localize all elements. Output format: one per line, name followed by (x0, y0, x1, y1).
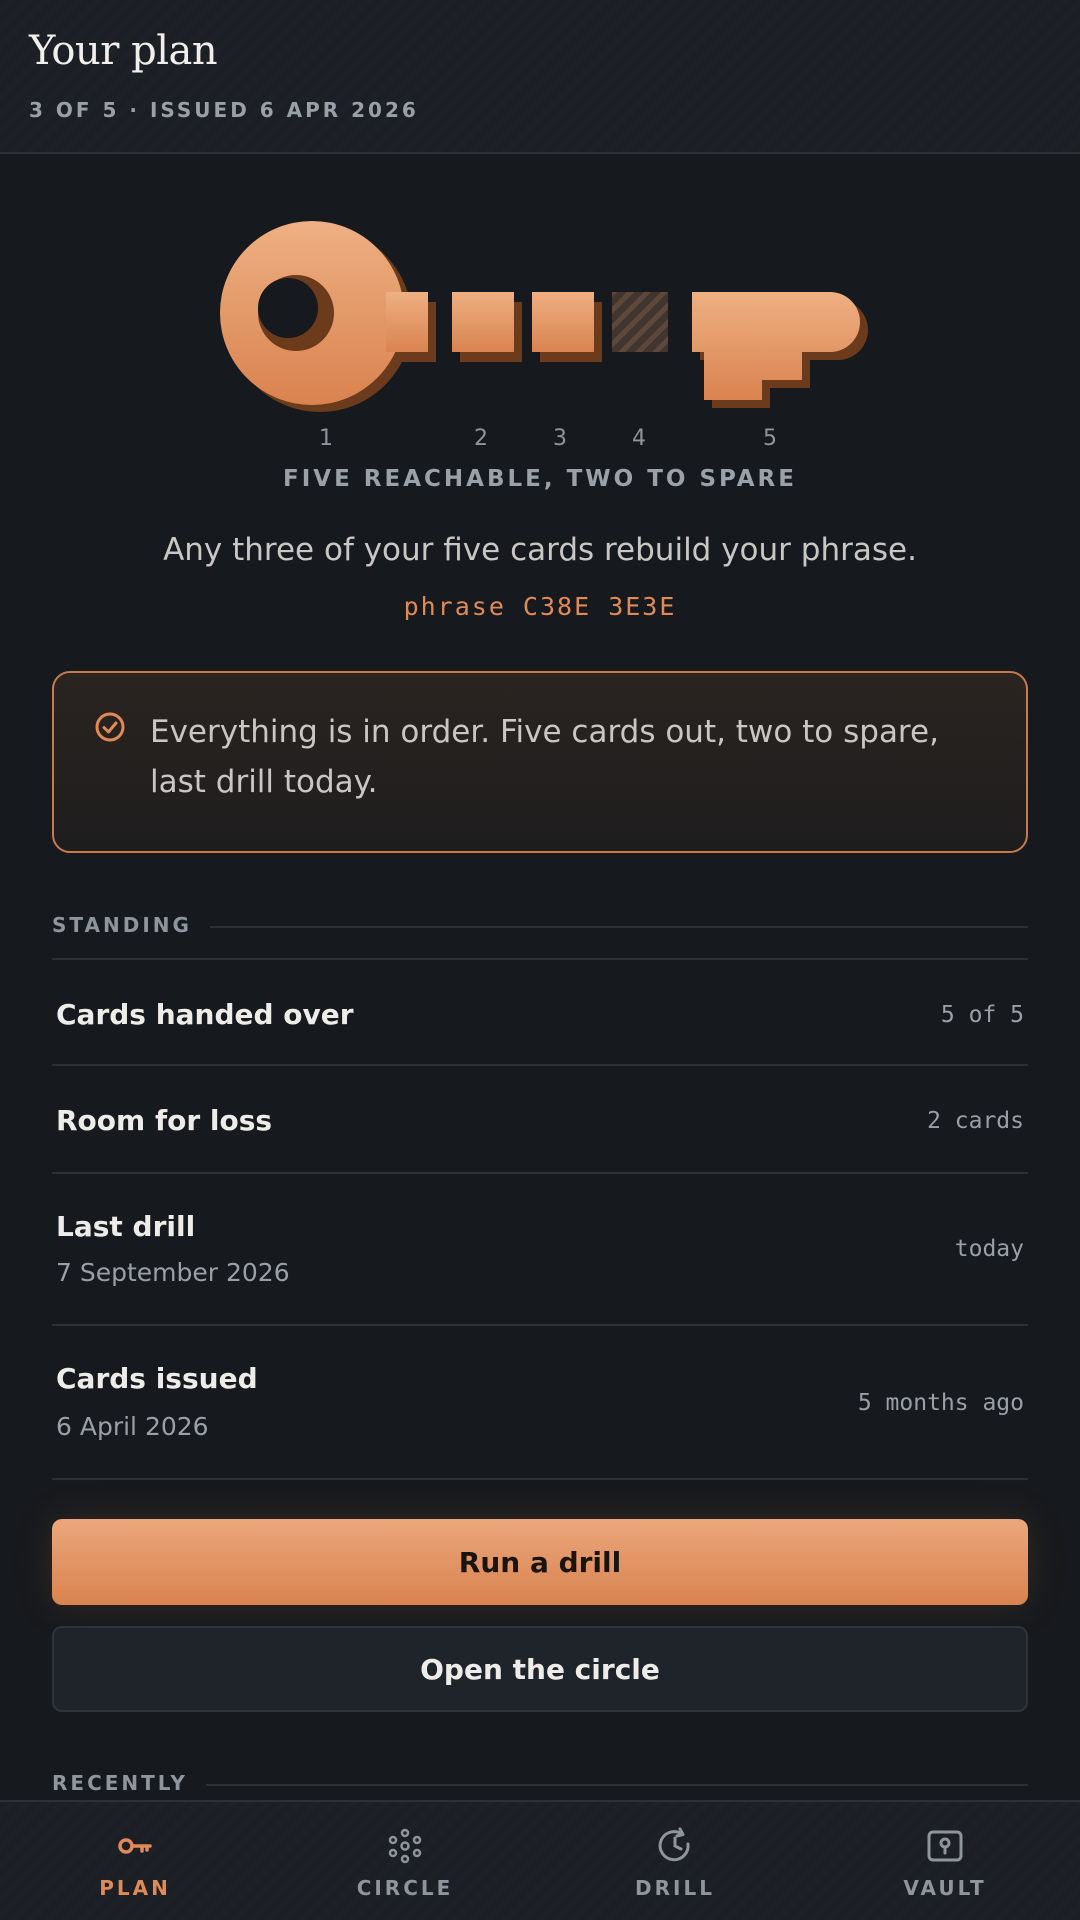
status-card: Everything is in order. Five cards out, … (52, 671, 1028, 853)
standing-label: STANDING (52, 913, 210, 937)
key-segment-1 (220, 221, 428, 405)
row-value: 2 cards (927, 1108, 1024, 1134)
bottom-nav: PLAN CIRCLE DRILL VAULT (0, 1800, 1080, 1920)
nav-tab-drill[interactable]: DRILL (540, 1802, 810, 1920)
key-segment-3 (532, 292, 594, 352)
nav-label: VAULT (903, 1876, 987, 1900)
section-divider (202, 926, 1028, 928)
recently-label: RECENTLY (52, 1771, 206, 1795)
phrase-id: phrase C38E 3E3E (403, 592, 677, 621)
row-title: Cards handed over (56, 998, 354, 1031)
row-value: today (954, 1236, 1024, 1262)
recently-section-header: RECENTLY (52, 1771, 1028, 1801)
row-title: Room for loss (56, 1104, 273, 1137)
key-graphic (220, 221, 868, 412)
status-message: Everything is in order. Five cards out, … (150, 714, 939, 800)
run-drill-button[interactable]: Run a drill (52, 1519, 1028, 1605)
nav-tab-plan[interactable]: PLAN (0, 1802, 270, 1920)
vault-lock-icon (927, 1830, 963, 1862)
nav-label: PLAN (99, 1876, 171, 1900)
key-illustration: 1 2 3 4 5 (0, 200, 1080, 451)
key-segment-4-missing (612, 292, 668, 352)
page-title: Your plan (29, 28, 218, 74)
circle-nodes-icon (388, 1828, 422, 1864)
row-value: 5 months ago (857, 1390, 1024, 1416)
nav-tab-vault[interactable]: VAULT (810, 1802, 1080, 1920)
row-room-for-loss: Room for loss 2 cards (52, 1066, 1028, 1174)
row-last-drill: Last drill 7 September 2026 today (52, 1174, 1028, 1326)
nav-label: DRILL (635, 1876, 715, 1900)
threshold-text: Any three of your five cards rebuild you… (163, 532, 917, 568)
key-segment-2 (452, 292, 514, 352)
plan-subtitle: 3 OF 5 · ISSUED 6 APR 2026 (29, 98, 419, 122)
key-icon (118, 1838, 152, 1854)
nav-label: CIRCLE (356, 1876, 454, 1900)
row-title: Last drill (56, 1210, 196, 1243)
standing-section-header: STANDING (52, 913, 1028, 943)
row-cards-issued: Cards issued 6 April 2026 5 months ago (52, 1326, 1028, 1480)
open-circle-button[interactable]: Open the circle (52, 1626, 1028, 1712)
section-divider (202, 1784, 1028, 1786)
key-number-5: 5 (763, 426, 777, 451)
check-circle-icon (95, 712, 125, 742)
row-title: Cards issued (56, 1362, 258, 1395)
key-number-4: 4 (632, 426, 646, 451)
key-number-2: 2 (474, 426, 488, 451)
row-subtitle: 7 September 2026 (56, 1258, 290, 1287)
app-header: Your plan 3 OF 5 · ISSUED 6 APR 2026 (0, 0, 1080, 154)
standing-list: Cards handed over 5 of 5 Room for loss 2… (52, 958, 1028, 1480)
reach-caption: FIVE REACHABLE, TWO TO SPARE (283, 466, 797, 492)
key-number-3: 3 (553, 426, 567, 451)
row-subtitle: 6 April 2026 (56, 1412, 209, 1441)
clock-refresh-icon (658, 1827, 690, 1862)
nav-tab-circle[interactable]: CIRCLE (270, 1802, 540, 1920)
key-number-1: 1 (319, 426, 333, 451)
row-cards-handed-over: Cards handed over 5 of 5 (52, 958, 1028, 1066)
row-value: 5 of 5 (940, 1002, 1024, 1028)
